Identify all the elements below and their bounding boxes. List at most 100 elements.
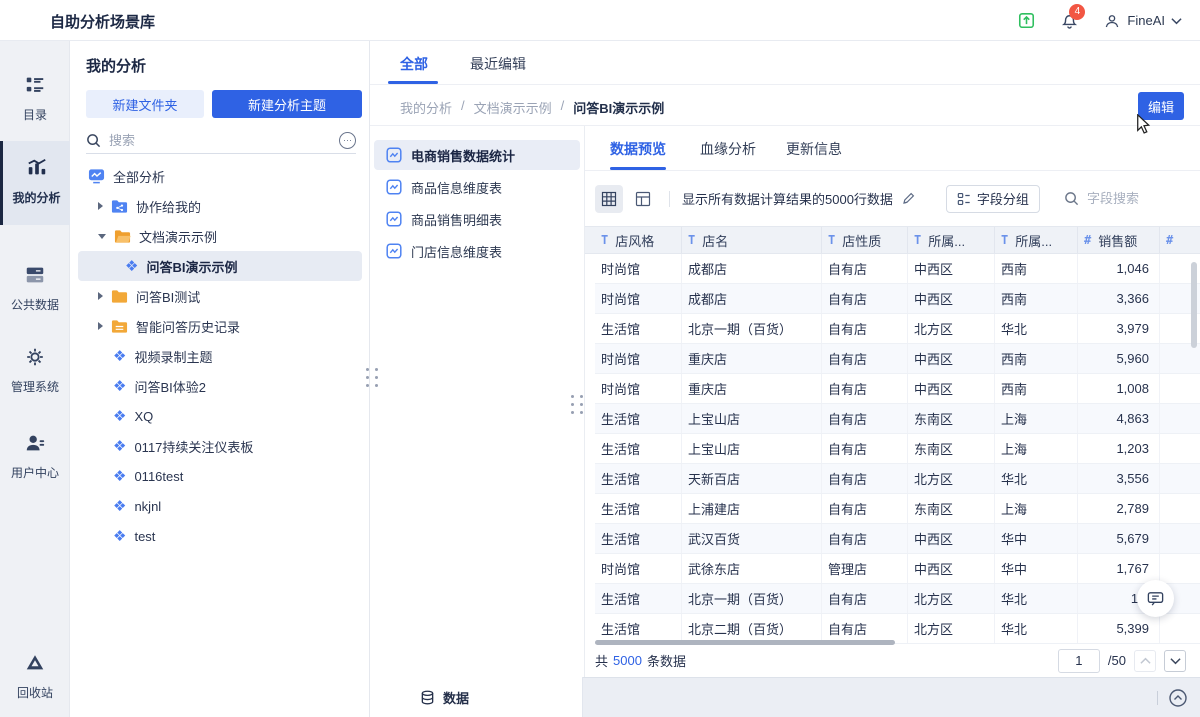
nav-item-catalog[interactable]: 目录 xyxy=(0,58,70,142)
dataset-item-product-sales-detail[interactable]: 商品销售明细表 xyxy=(374,204,580,234)
cell-store-name: 天新百店 xyxy=(682,464,822,493)
breadcrumb-item[interactable]: 文档演示示例 xyxy=(474,98,552,117)
subject-diamond-icon: ❖ xyxy=(113,529,126,544)
tree-item-qa-bi-test-folder[interactable]: 问答BI测试 xyxy=(70,281,370,311)
collapse-panel-button[interactable] xyxy=(1168,688,1188,708)
cell-sales-amount: 1,008 xyxy=(1078,374,1160,403)
nav-item-admin[interactable]: 管理系统 xyxy=(0,330,70,414)
subject-diamond-icon: ❖ xyxy=(113,379,126,394)
cell-sales-amount: 5,960 xyxy=(1078,344,1160,373)
cell-area: 华中 xyxy=(995,554,1078,583)
footer-divider xyxy=(1157,691,1158,705)
column-header-store-type[interactable]: T店性质 xyxy=(822,227,908,253)
cell-sales-amount: 5,399 xyxy=(1078,614,1160,643)
table-header: T店风格 T店名 T店性质 T所属... T所属... #销售额 # xyxy=(585,226,1200,254)
tree-item-nkjnl[interactable]: ❖nkjnl xyxy=(70,491,370,521)
tree-search-input[interactable] xyxy=(109,133,331,148)
tree-item-qa-history-folder[interactable]: 智能问答历史记录 xyxy=(70,311,370,341)
field-search-input[interactable] xyxy=(1087,191,1197,206)
tab-data-preview[interactable]: 数据预览 xyxy=(610,139,666,159)
tree-item-doc-demo-folder[interactable]: 文档演示示例 xyxy=(70,221,370,251)
feedback-chat-button[interactable] xyxy=(1137,580,1174,617)
nav-item-user-center[interactable]: 用户中心 xyxy=(0,416,70,500)
breadcrumb-item[interactable]: 我的分析 xyxy=(400,98,452,117)
dataset-item-product-info[interactable]: 商品信息维度表 xyxy=(374,172,580,202)
notification-bell[interactable]: 4 xyxy=(1060,11,1079,30)
table-body: 时尚馆 成都店 自有店 中西区 西南 1,046 时尚馆 成都店 自有店 xyxy=(585,254,1200,644)
main-area: 全部 最近编辑 我的分析 / 文档演示示例 / 问答BI演示示例 编辑 电商销售… xyxy=(370,41,1200,717)
user-menu[interactable]: FineAI xyxy=(1103,12,1182,30)
collapse-arrow-icon[interactable] xyxy=(98,234,106,239)
column-header-sales-amount[interactable]: #销售额 xyxy=(1078,227,1160,253)
expand-arrow-icon[interactable] xyxy=(98,202,103,210)
tab-all[interactable]: 全部 xyxy=(400,54,428,74)
data-tab[interactable]: 数据 xyxy=(370,677,583,717)
dataset-item-ecommerce-stats[interactable]: 电商销售数据统计 xyxy=(374,140,580,170)
nav-item-public-data[interactable]: 公共数据 xyxy=(0,248,70,332)
cell-sales-amount: 3,366 xyxy=(1078,284,1160,313)
app-root: 自助分析场景库 4 FineAI 目录 我的分析 xyxy=(0,0,1200,717)
dataset-list: 电商销售数据统计 商品信息维度表 商品销售明细表 门店信息维度表 xyxy=(370,126,585,677)
text-type-icon: T xyxy=(828,233,835,247)
table-row: 生活馆 天新百店 自有店 北方区 华北 3,556 xyxy=(595,464,1200,494)
cell-empty xyxy=(1160,344,1200,373)
tree-item-qa-bi-demo[interactable]: ❖ 问答BI演示示例 xyxy=(78,251,362,281)
column-header-area[interactable]: T所属... xyxy=(995,227,1078,253)
expand-arrow-icon[interactable] xyxy=(98,322,103,330)
cell-sales-amount: 3,979 xyxy=(1078,314,1160,343)
dataset-item-store-info[interactable]: 门店信息维度表 xyxy=(374,236,580,266)
grid-view-icon xyxy=(601,191,617,207)
vertical-scrollbar[interactable] xyxy=(1191,262,1197,348)
table-row: 时尚馆 重庆店 自有店 中西区 西南 1,008 xyxy=(595,374,1200,404)
new-subject-button[interactable]: 新建分析主题 xyxy=(212,90,362,118)
column-header-store-style[interactable]: T店风格 xyxy=(595,227,682,253)
edit-pencil-icon[interactable] xyxy=(901,191,916,206)
cell-store-style: 生活馆 xyxy=(595,464,682,493)
toolbar-divider xyxy=(669,191,670,207)
tree-item-qa-bi-exp2[interactable]: ❖问答BI体验2 xyxy=(70,371,370,401)
nav-item-my-analysis[interactable]: 我的分析 xyxy=(0,141,70,225)
nav-item-recycle-bin[interactable]: 回收站 xyxy=(0,636,70,717)
tree-item-0117-dashboard[interactable]: ❖0117持续关注仪表板 xyxy=(70,431,370,461)
column-header-region[interactable]: T所属... xyxy=(908,227,995,253)
panel-title: 我的分析 xyxy=(86,55,146,76)
preview-toolbar: 显示所有数据计算结果的5000行数据 字段分组 xyxy=(585,171,1200,226)
field-group-icon xyxy=(957,192,971,206)
tree-item-video-subject[interactable]: ❖视频录制主题 xyxy=(70,341,370,371)
tree-item-0116test[interactable]: ❖0116test xyxy=(70,461,370,491)
dataset-panel-resize-handle[interactable] xyxy=(571,395,583,414)
edit-button[interactable]: 编辑 xyxy=(1138,92,1184,120)
chevron-up-icon xyxy=(1140,657,1151,665)
grid-view-button[interactable] xyxy=(595,185,623,213)
cell-area: 西南 xyxy=(995,254,1078,283)
column-header-store-name[interactable]: T店名 xyxy=(682,227,822,253)
subject-diamond-icon: ❖ xyxy=(125,259,138,274)
tree-panel-resize-handle[interactable] xyxy=(366,368,378,387)
tab-update-info[interactable]: 更新信息 xyxy=(786,139,842,159)
subject-diamond-icon: ❖ xyxy=(113,499,126,514)
previous-page-button[interactable] xyxy=(1134,650,1156,672)
circle-chevron-up-icon xyxy=(1168,688,1188,708)
top-bar: 自助分析场景库 4 FineAI xyxy=(0,0,1200,41)
chevron-down-icon xyxy=(1170,657,1181,665)
tab-recently-edited[interactable]: 最近编辑 xyxy=(470,54,526,74)
text-type-icon: T xyxy=(1001,233,1008,247)
folder-icon xyxy=(111,289,128,304)
tab-lineage-analysis[interactable]: 血缘分析 xyxy=(700,139,756,159)
chat-bubble-icon xyxy=(1146,589,1165,608)
upload-icon[interactable] xyxy=(1017,11,1036,30)
page-number-input[interactable] xyxy=(1058,649,1100,673)
tree-item-shared-with-me[interactable]: 协作给我的 xyxy=(70,191,370,221)
expand-arrow-icon[interactable] xyxy=(98,292,103,300)
more-icon[interactable]: ··· xyxy=(339,132,356,149)
next-page-button[interactable] xyxy=(1164,650,1186,672)
tree-item-test[interactable]: ❖test xyxy=(70,521,370,551)
subject-diamond-icon: ❖ xyxy=(113,409,126,424)
field-group-button[interactable]: 字段分组 xyxy=(946,185,1040,213)
layout-view-button[interactable] xyxy=(629,185,657,213)
tree-item-all-analysis[interactable]: 全部分析 xyxy=(70,161,370,191)
column-header-truncated[interactable]: # xyxy=(1160,227,1200,253)
new-folder-button[interactable]: 新建文件夹 xyxy=(86,90,204,118)
table-row: 时尚馆 成都店 自有店 中西区 西南 3,366 xyxy=(595,284,1200,314)
tree-item-xq[interactable]: ❖XQ xyxy=(70,401,370,431)
